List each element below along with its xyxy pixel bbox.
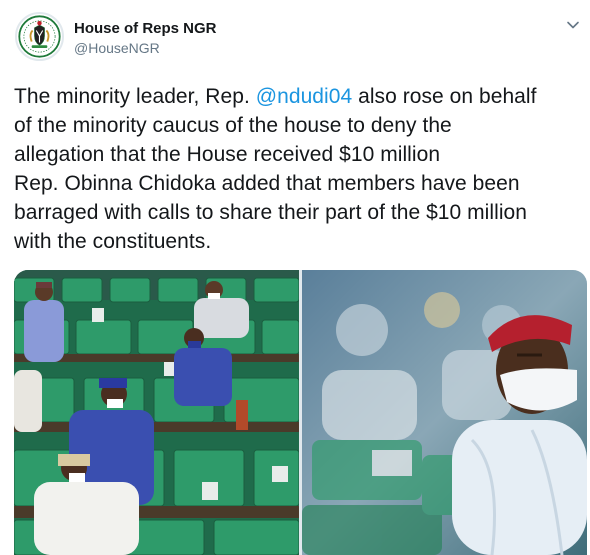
media-grid (14, 270, 587, 555)
tweet-line-6: with the constituents. (14, 230, 212, 253)
photo-rep-red-cap[interactable] (302, 270, 587, 555)
coat-of-arms-icon (18, 15, 61, 58)
tweet-card[interactable]: House of Reps NGR @HouseNGR The minority… (0, 0, 590, 555)
tweet-text: The minority leader, Rep. @ndudi04 also … (14, 82, 586, 256)
mention-link[interactable]: @ndudi04 (256, 85, 352, 108)
chevron-down-icon[interactable] (566, 18, 580, 32)
tweet-line-3: allegation that the House received $10 m… (14, 143, 441, 166)
tweet-line-1: The minority leader, Rep. @ndudi04 also … (14, 82, 586, 111)
tweet-line-5: barraged with calls to share their part … (14, 201, 528, 224)
tweet-line-4: Rep. Obinna Chidoka added that members h… (14, 172, 520, 195)
tweet-text-segment: also rose on behalf (352, 85, 537, 108)
photo-chamber-members[interactable] (14, 270, 299, 555)
tweet-text-segment: The minority leader, Rep. (14, 85, 256, 108)
avatar[interactable] (15, 12, 64, 61)
tweet-line-2: of the minority caucus of the house to d… (14, 114, 452, 137)
display-name[interactable]: House of Reps NGR (74, 19, 217, 38)
user-handle[interactable]: @HouseNGR (74, 39, 217, 58)
